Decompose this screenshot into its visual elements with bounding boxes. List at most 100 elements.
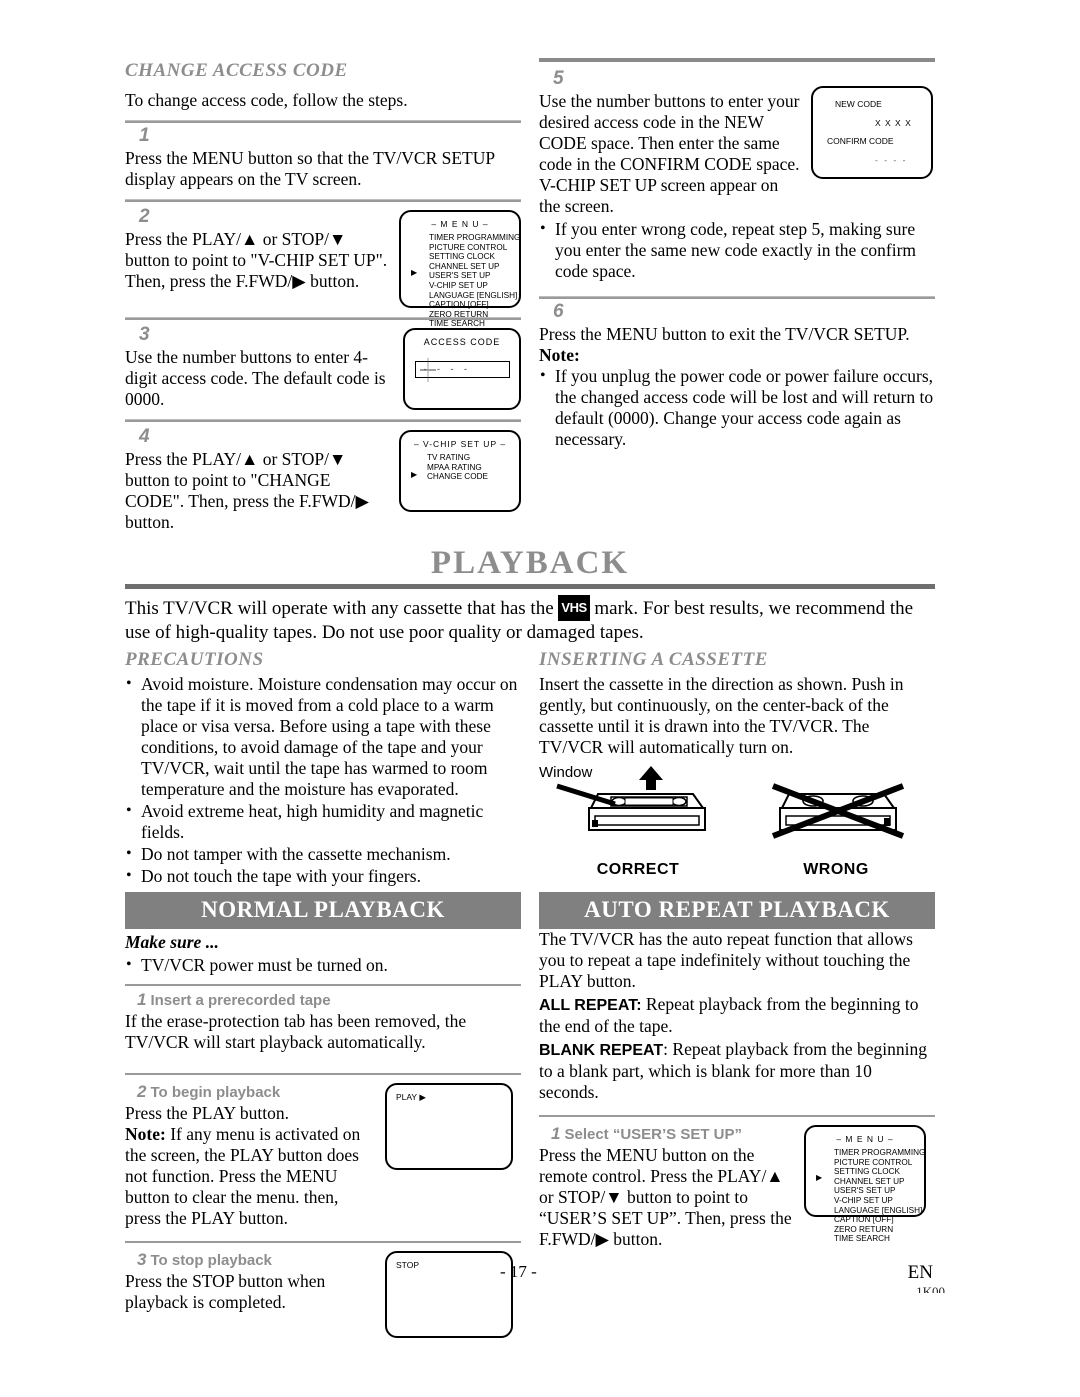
divider (125, 120, 521, 123)
menu-item: SETTING CLOCK (429, 252, 495, 262)
page-content: CHANGE ACCESS CODE To change access code… (125, 58, 935, 1338)
ar-step-1-row: 1 Select “USER’S SET UP” Press the MENU b… (539, 1121, 935, 1250)
menu-screen-1-header: – M E N U – (431, 219, 489, 229)
playback-intro-before: This TV/VCR will operate with any casset… (125, 598, 554, 619)
step-5-text: Use the number buttons to enter your des… (539, 91, 800, 216)
menu-item: PICTURE CONTROL (834, 1157, 913, 1167)
bullet-item: TV/VCR power must be turned on. (125, 954, 521, 976)
cassette-diagrams: CORRECT Window WRONG (539, 764, 935, 879)
np-step-2-text: Press the PLAY button. (125, 1103, 289, 1123)
blank-repeat-label: BLANK REPEAT (539, 1042, 664, 1059)
cassette-wrong-illustration (771, 783, 905, 839)
auto-repeat-text: The TV/VCR has the auto repeat function … (539, 929, 913, 991)
bullet-item: Avoid moisture. Moisture condensation ma… (125, 673, 521, 800)
menu-item: TIMER PROGRAMMING (429, 233, 521, 242)
menu-item: LANGUAGE [ENGLISH] (429, 290, 518, 300)
step-heading: To stop playback (150, 1252, 272, 1269)
playback-intro: This TV/VCR will operate with any casset… (125, 595, 935, 645)
document-code: 1K00 (916, 1284, 945, 1293)
bullet-item: If you unplug the power code or power fa… (539, 365, 935, 450)
auto-repeat-column: AUTO REPEAT PLAYBACK The TV/VCR has the … (539, 892, 935, 1338)
selection-arrow-icon: ▶ (816, 1173, 823, 1182)
step-number-1: 1 (139, 125, 150, 146)
divider (125, 584, 935, 589)
step-6-note-bullets: If you unplug the power code or power fa… (539, 365, 935, 450)
selection-arrow-icon: ▶ (411, 470, 418, 479)
divider (125, 419, 521, 422)
divider (539, 58, 935, 62)
language-code: EN (907, 1262, 933, 1283)
step-number: 1 (137, 990, 147, 1009)
banner-normal-playback: NORMAL PLAYBACK (125, 892, 521, 929)
cassette-correct: CORRECT Window (539, 764, 737, 879)
step-1-text: Press the MENU button so that the TV/VCR… (125, 148, 495, 189)
divider (125, 199, 521, 202)
precautions-column: PRECAUTIONS Avoid moisture. Moisture con… (125, 649, 521, 888)
step-number-2: 2 (139, 206, 150, 227)
vchip-screen-items: TV RATING MPAA RATING CHANGE CODE (427, 453, 519, 482)
step-number-3: 3 (139, 324, 150, 345)
confirm-code-value: - - - - (875, 155, 908, 165)
menu-item: CHANGE CODE (427, 472, 488, 482)
step-number: 2 (137, 1082, 147, 1101)
make-sure-label: Make sure ... (125, 932, 219, 952)
np-step-3-row: 3 To stop playback Press the STOP button … (125, 1247, 521, 1338)
step-4-row: 4 Press the PLAY/▲ or STOP/▼ button to p… (125, 424, 521, 533)
menu-item: USER'S SET UP (429, 271, 491, 281)
menu-item: USER'S SET UP (834, 1186, 896, 1196)
playback-heading: PLAYBACK (430, 545, 630, 581)
menu-screen-1-items: TIMER PROGRAMMING PICTURE CONTROL SETTIN… (429, 233, 521, 339)
ar-step-1-heading: 1 Select “USER’S SET UP” (551, 1124, 794, 1144)
new-code-value: X X X X (875, 118, 912, 128)
note-label: Note: (125, 1124, 166, 1144)
divider (125, 1241, 521, 1243)
access-code-screen: ACCESS CODE - - - - (403, 328, 521, 410)
divider (539, 296, 935, 299)
all-repeat-entry: ALL REPEAT: Repeat playback from the beg… (539, 994, 935, 1037)
bullet-item: If you enter wrong code, repeat step 5, … (539, 218, 935, 282)
cassette-wrong: WRONG (737, 764, 935, 879)
top-two-columns: CHANGE ACCESS CODE To change access code… (125, 58, 935, 533)
wrong-label: WRONG (803, 861, 869, 878)
access-code-field: - - - - (414, 358, 510, 382)
menu-item: SETTING CLOCK (834, 1167, 900, 1177)
menu-item: CHANNEL SET UP (834, 1176, 905, 1186)
np-step-2-row: 2 To begin playback Press the PLAY button… (125, 1079, 521, 1229)
divider (125, 984, 521, 986)
step-heading: Insert a prerecorded tape (150, 992, 331, 1009)
cursor-blink-icon (419, 358, 436, 382)
step-3-row: 3 Use the number buttons to enter 4-digi… (125, 322, 521, 410)
selection-arrow-icon: ▶ (411, 268, 418, 277)
step-number-4: 4 (139, 426, 150, 447)
section-title-precautions: PRECAUTIONS (125, 649, 264, 670)
np-step-2-note: Note: If any menu is activated on the sc… (125, 1124, 375, 1229)
section-title-change-access-code: CHANGE ACCESS CODE (125, 60, 348, 81)
stop-screen-label: STOP (396, 1260, 419, 1270)
all-repeat-label: ALL REPEAT: (539, 997, 642, 1014)
page-number: - 17 - (500, 1262, 537, 1281)
divider (539, 1115, 935, 1117)
stop-screen: STOP (385, 1251, 513, 1338)
step-number-5: 5 (553, 68, 564, 89)
access-code-title: ACCESS CODE (423, 337, 501, 347)
window-label: Window (539, 764, 593, 781)
bullet-item: Do not tamper with the cassette mechanis… (125, 843, 521, 865)
step-heading: To begin playback (150, 1084, 281, 1101)
np-step-1-text: If the erase-protection tab has been rem… (125, 1011, 467, 1052)
banner-auto-repeat-playback: AUTO REPEAT PLAYBACK (539, 892, 935, 929)
inserting-cassette-column: INSERTING A CASSETTE Insert the cassette… (539, 649, 935, 888)
step-6-text: Press the MENU button to exit the TV/VCR… (539, 324, 910, 344)
menu-item: TV RATING (427, 453, 471, 462)
new-code-label: NEW CODE (835, 99, 882, 109)
menu-item: V-CHIP SET UP (429, 280, 488, 290)
menu-screen-2-header: – M E N U – (836, 1134, 894, 1144)
step-number: 1 (551, 1124, 561, 1143)
precautions-inserting-columns: PRECAUTIONS Avoid moisture. Moisture con… (125, 649, 935, 888)
note-label: Note: (539, 345, 580, 365)
np-step-2-heading: 2 To begin playback (137, 1082, 375, 1102)
step-2-text: Press the PLAY/▲ or STOP/▼ button to poi… (125, 229, 388, 291)
step-5-row: 5 Use the number buttons to enter your d… (539, 66, 935, 217)
section-title-inserting-a-cassette: INSERTING A CASSETTE (539, 649, 768, 670)
step-2-row: 2 Press the PLAY/▲ or STOP/▼ button to p… (125, 204, 521, 338)
menu-item: PICTURE CONTROL (429, 242, 508, 252)
